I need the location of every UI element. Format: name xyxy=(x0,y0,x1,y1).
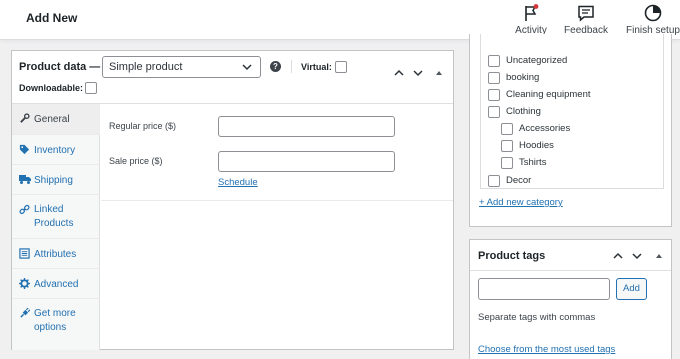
category-label: Cleaning equipment xyxy=(506,89,591,100)
category-checkbox[interactable] xyxy=(488,72,500,84)
tab-label: Get more options xyxy=(34,308,76,333)
category-label: Clothing xyxy=(506,106,541,117)
category-label: Accessories xyxy=(519,123,571,134)
add-new-category-link[interactable]: + Add new category xyxy=(479,197,563,208)
category-checkbox[interactable] xyxy=(488,89,500,101)
tab-label: General xyxy=(34,114,70,125)
product-tags-title: Product tags xyxy=(478,250,546,262)
category-checkbox[interactable] xyxy=(488,55,500,67)
gear-icon xyxy=(19,278,30,289)
sale-price-label: Sale price ($) xyxy=(109,156,163,166)
category-checkbox[interactable] xyxy=(488,106,500,118)
wrench-icon xyxy=(20,113,30,123)
tab-label: Inventory xyxy=(34,145,76,156)
move-up-icon[interactable] xyxy=(393,67,405,79)
virtual-label: Virtual: xyxy=(301,62,332,72)
flag-icon xyxy=(525,4,539,21)
category-label: booking xyxy=(506,72,540,83)
category-label: Decor xyxy=(506,175,532,186)
regular-price-label: Regular price ($) xyxy=(109,121,177,131)
move-up-icon[interactable] xyxy=(612,250,624,262)
tab-label: Shipping xyxy=(34,175,73,186)
product-data-panel: Product data — Simple product ? Virtual:… xyxy=(11,50,454,350)
tab-inventory[interactable]: Inventory xyxy=(12,135,100,165)
divider xyxy=(291,60,292,73)
product-categories-panel: Uncategorized booking Cleaning equipment… xyxy=(469,34,672,227)
category-label: Hoodies xyxy=(519,140,554,151)
category-label: Tshirts xyxy=(519,157,547,168)
regular-price-input[interactable] xyxy=(218,116,395,137)
product-data-title: Product data — xyxy=(19,61,101,73)
category-checkbox[interactable] xyxy=(501,140,513,152)
tab-advanced[interactable]: Advanced xyxy=(12,269,100,299)
category-checkbox[interactable] xyxy=(501,157,513,169)
truck-icon xyxy=(19,175,31,184)
chevron-down-icon xyxy=(242,64,252,71)
tab-shipping[interactable]: Shipping xyxy=(12,165,100,195)
tab-linked-products[interactable]: Linked Products xyxy=(12,195,100,239)
feedback-icon xyxy=(578,5,594,22)
category-checkbox[interactable] xyxy=(501,123,513,135)
product-tags-header: Product tags xyxy=(470,240,671,271)
help-icon[interactable]: ? xyxy=(270,61,281,72)
tab-label: Attributes xyxy=(34,249,77,260)
plugin-icon xyxy=(20,308,30,318)
category-label: Uncategorized xyxy=(506,55,568,66)
tag-icon xyxy=(19,144,30,155)
product-type-value: Simple product xyxy=(109,61,183,73)
tab-attributes[interactable]: Attributes xyxy=(12,239,100,269)
tab-get-more-options[interactable]: Get more options xyxy=(12,299,100,343)
activity-button[interactable]: Activity xyxy=(510,3,552,36)
category-checklist: Uncategorized booking Cleaning equipment… xyxy=(480,34,664,189)
tab-label: Linked Products xyxy=(34,204,74,229)
list-icon xyxy=(19,248,30,259)
sale-price-input[interactable] xyxy=(218,151,395,172)
most-used-tags-link[interactable]: Choose from the most used tags xyxy=(478,344,615,355)
category-checkbox[interactable] xyxy=(488,175,500,187)
add-tag-button[interactable]: Add xyxy=(616,278,647,300)
collapse-toggle-icon[interactable] xyxy=(655,252,663,260)
tab-general[interactable]: General xyxy=(12,104,100,135)
progress-circle-icon xyxy=(644,4,662,22)
move-down-icon[interactable] xyxy=(412,67,424,79)
collapse-toggle-icon[interactable] xyxy=(435,69,443,77)
link-icon xyxy=(19,204,30,215)
feedback-button[interactable]: Feedback xyxy=(562,3,610,36)
tag-input[interactable] xyxy=(478,278,610,300)
product-data-header: Product data — Simple product ? Virtual:… xyxy=(12,51,453,104)
product-data-tabs: General Inventory Shipping Linked Produc… xyxy=(12,104,100,350)
tags-help-text: Separate tags with commas xyxy=(478,312,596,323)
finish-setup-button[interactable]: Finish setup xyxy=(622,3,680,36)
schedule-link[interactable]: Schedule xyxy=(218,177,258,188)
product-tags-panel: Product tags Add Separate tags with comm… xyxy=(469,239,672,359)
downloadable-checkbox[interactable] xyxy=(85,82,97,94)
page-title: Add New xyxy=(26,11,78,25)
move-down-icon[interactable] xyxy=(631,250,643,262)
virtual-checkbox[interactable] xyxy=(335,61,347,73)
downloadable-label: Downloadable: xyxy=(19,83,84,93)
product-type-select[interactable]: Simple product xyxy=(102,56,261,78)
tab-label: Advanced xyxy=(34,279,79,290)
